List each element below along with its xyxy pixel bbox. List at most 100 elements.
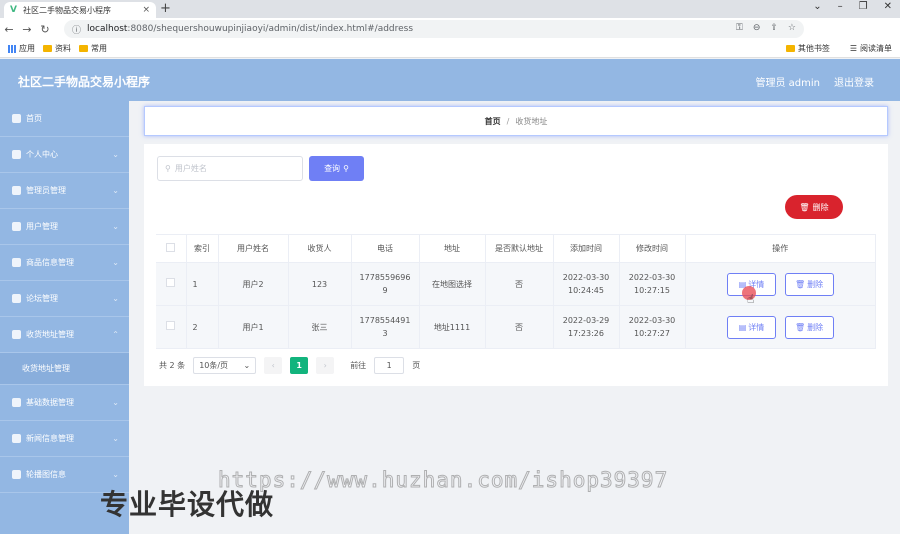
user-icon bbox=[12, 150, 21, 159]
row-delete-button[interactable]: 🗑 删除 bbox=[784, 315, 834, 339]
monitor-icon bbox=[12, 470, 21, 479]
breadcrumb-separator: / bbox=[506, 116, 510, 126]
bookmark-folder[interactable]: 常用 bbox=[79, 43, 107, 54]
sidebar-subitem-address[interactable]: 收货地址管理 bbox=[0, 353, 129, 385]
table-row: 2 用户1 张三 1778554491 3 地址1111 否 2022-03-29… bbox=[156, 305, 876, 349]
breadcrumb: 首页 / 收货地址 bbox=[144, 106, 888, 136]
apps-icon bbox=[8, 44, 16, 53]
batch-delete-label: 删除 bbox=[812, 202, 829, 212]
reading-list-icon: ☰ bbox=[849, 44, 857, 53]
time-text: 10:27:15 bbox=[634, 286, 670, 295]
time-text: 10:24:45 bbox=[568, 286, 604, 295]
prev-page-button[interactable]: ‹ bbox=[264, 357, 283, 374]
row-checkbox[interactable] bbox=[166, 277, 176, 287]
chevron-down-icon: ⌄ bbox=[112, 470, 119, 479]
detail-label: 详情 bbox=[748, 322, 765, 332]
header-user-area: 管理员 admin 退出登录 bbox=[755, 74, 874, 89]
user-label: 管理员 admin bbox=[755, 78, 820, 89]
sidebar-item-label: 收货地址管理 bbox=[22, 364, 70, 373]
cell-index: 2 bbox=[186, 305, 219, 349]
url-host: localhost bbox=[87, 24, 128, 34]
pagination: 共 2 条 10条/页 ⌄ ‹ 1 › 前往 1 页 bbox=[159, 357, 420, 374]
folder-icon bbox=[785, 45, 795, 52]
document-icon: ▤ bbox=[738, 322, 747, 332]
sidebar-item-label: 商品信息管理 bbox=[26, 258, 74, 267]
bookmark-folder[interactable]: 资料 bbox=[43, 43, 71, 54]
row-checkbox[interactable] bbox=[166, 320, 176, 330]
page-number-current[interactable]: 1 bbox=[290, 357, 309, 374]
share-icon[interactable]: ⇪ bbox=[770, 23, 778, 33]
app-header: 社区二手物品交易小程序 管理员 admin 退出登录 bbox=[0, 59, 900, 101]
next-page-button[interactable]: › bbox=[316, 357, 335, 374]
reload-icon[interactable]: ↻ bbox=[36, 23, 54, 36]
zoom-icon[interactable]: ⊖ bbox=[753, 23, 761, 33]
star-icon[interactable]: ☆ bbox=[788, 23, 796, 33]
row-select-cell bbox=[156, 262, 187, 306]
date-text: 2022-03-30 bbox=[628, 316, 676, 325]
address-bar: ← → ↻ ⓘ localhost:8080/shequershouwupinj… bbox=[0, 18, 900, 54]
watermark-text: 专业毕设代做 bbox=[100, 488, 275, 521]
sidebar-item-admins[interactable]: 管理员管理 ⌄ bbox=[0, 173, 129, 209]
close-icon[interactable]: × bbox=[142, 5, 150, 15]
row-delete-label: 删除 bbox=[807, 279, 824, 289]
chevron-down-icon[interactable]: ⌄ bbox=[813, 1, 821, 12]
close-window-icon[interactable]: ✕ bbox=[884, 1, 892, 12]
sidebar-item-home[interactable]: 首页 bbox=[0, 101, 129, 137]
sidebar-item-address[interactable]: 收货地址管理 ⌃ bbox=[0, 317, 129, 353]
sidebar-item-users[interactable]: 用户管理 ⌄ bbox=[0, 209, 129, 245]
logout-link[interactable]: 退出登录 bbox=[834, 74, 874, 89]
search-input[interactable]: ⚲ 用户姓名 bbox=[157, 156, 303, 181]
detail-button[interactable]: ▤ 详情 bbox=[726, 315, 776, 339]
chevron-down-icon: ⌄ bbox=[112, 150, 119, 159]
forward-icon[interactable]: → bbox=[18, 23, 36, 36]
bookmark-reading-list[interactable]: ☰ 阅读清单 bbox=[850, 43, 892, 54]
goto-page-input[interactable]: 1 bbox=[374, 357, 405, 374]
minimize-icon[interactable]: – bbox=[838, 1, 843, 12]
search-icon: ⚲ bbox=[343, 164, 349, 173]
omnibox-icons: ⚿ ⊖ ⇪ ☆ bbox=[736, 23, 796, 33]
sidebar-item-basic-data[interactable]: 基础数据管理 ⌄ bbox=[0, 385, 129, 421]
select-all-checkbox[interactable] bbox=[166, 243, 176, 252]
key-icon[interactable]: ⚿ bbox=[736, 23, 743, 33]
sidebar-item-goods[interactable]: 商品信息管理 ⌄ bbox=[0, 245, 129, 281]
time-text: 10:27:27 bbox=[634, 329, 670, 338]
new-tab-icon[interactable]: + bbox=[160, 1, 171, 16]
back-icon[interactable]: ← bbox=[0, 23, 18, 36]
bookmark-label: 资料 bbox=[55, 44, 71, 53]
power-icon bbox=[12, 434, 21, 443]
trash-icon: 🗑 bbox=[794, 279, 806, 289]
info-icon: ⓘ bbox=[72, 25, 82, 36]
home-icon bbox=[12, 114, 21, 123]
search-button[interactable]: 查询 ⚲ bbox=[309, 156, 364, 181]
cell-index: 1 bbox=[186, 262, 219, 306]
breadcrumb-home[interactable]: 首页 bbox=[485, 116, 501, 127]
sidebar-item-label: 收货地址管理 bbox=[26, 330, 74, 339]
bookmarks-right: 其他书签 ☰ 阅读清单 bbox=[778, 43, 892, 54]
browser-tab[interactable]: V 社区二手物品交易小程序 × bbox=[4, 2, 156, 18]
cell-added-time: 2022-03-30 10:24:45 bbox=[553, 262, 620, 306]
bookmark-apps[interactable]: 应用 bbox=[8, 43, 35, 54]
chevron-down-icon: ⌄ bbox=[112, 398, 119, 407]
briefcase-icon bbox=[12, 186, 21, 195]
batch-delete-button[interactable]: 🗑 删除 bbox=[785, 195, 843, 219]
bookmark-other[interactable]: 其他书签 bbox=[785, 43, 830, 54]
cell-address: 在地图选择 bbox=[419, 262, 486, 306]
bookmark-label: 常用 bbox=[91, 44, 107, 53]
row-delete-button[interactable]: 🗑 删除 bbox=[784, 272, 834, 296]
date-text: 2022-03-30 bbox=[562, 273, 610, 282]
sidebar-item-profile[interactable]: 个人中心 ⌄ bbox=[0, 137, 129, 173]
sidebar-item-news[interactable]: 新闻信息管理 ⌄ bbox=[0, 421, 129, 457]
restore-icon[interactable]: ❐ bbox=[859, 1, 868, 12]
browser-tab-title: 社区二手物品交易小程序 bbox=[23, 5, 111, 15]
sidebar-item-forum[interactable]: 论坛管理 ⌄ bbox=[0, 281, 129, 317]
phone-line-1: 1778559696 bbox=[359, 273, 411, 282]
cursor-pointer-icon: ☝ bbox=[747, 292, 755, 306]
trash-icon: 🗑 bbox=[794, 322, 806, 332]
url-input[interactable]: ⓘ localhost:8080/shequershouwupinjiaoyi/… bbox=[64, 20, 804, 38]
chevron-down-icon: ⌄ bbox=[112, 294, 119, 303]
row-delete-label: 删除 bbox=[807, 322, 824, 332]
page-size-select[interactable]: 10条/页 ⌄ bbox=[193, 357, 257, 374]
sidebar-item-label: 首页 bbox=[26, 114, 42, 123]
folder-icon bbox=[79, 45, 88, 52]
cell-user: 用户1 bbox=[218, 305, 289, 349]
